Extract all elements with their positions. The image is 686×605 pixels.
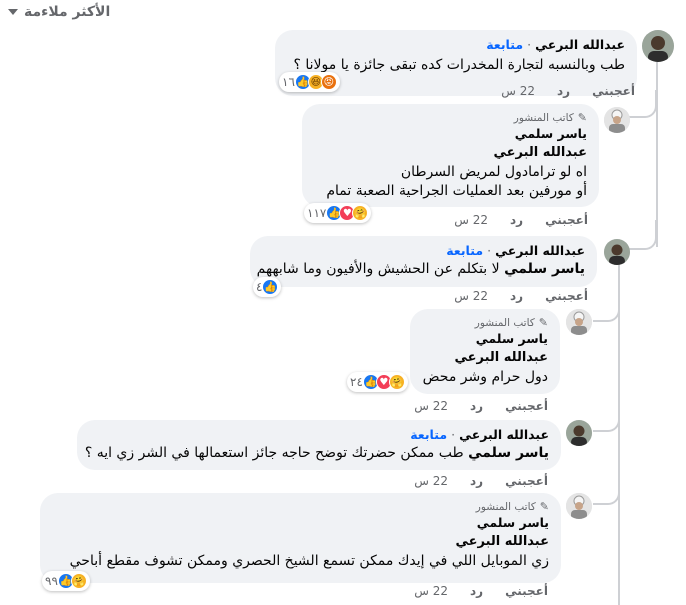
- commenter-name[interactable]: ياسر سلمي: [52, 514, 549, 532]
- commenter-name[interactable]: عبدالله البرعي: [459, 427, 549, 442]
- commenter-name[interactable]: ياسر سلمي: [422, 330, 548, 348]
- comment-text: زي الموبايل اللي في إيدك ممكن تسمع الشيخ…: [69, 553, 549, 569]
- reaction-summary[interactable]: ٤ 👍: [253, 277, 282, 297]
- reaction-summary[interactable]: ٩٩ 👍 🤗: [42, 571, 90, 591]
- comment-bubble: عبدالله البرعي·متابعة ياسر سلمي لا بتكلم…: [250, 236, 597, 287]
- pencil-icon: ✎: [539, 500, 549, 513]
- reaction-count: ٢٤: [350, 375, 363, 389]
- mention-tag[interactable]: ياسر سلمي: [504, 261, 585, 277]
- reaction-summary[interactable]: ١١٧ 👍 ♥ 🤗: [304, 203, 372, 223]
- author-badge: ✎ كاتب المنشور: [513, 111, 587, 124]
- thread-line: [628, 220, 657, 250]
- follow-button[interactable]: متابعة: [410, 427, 447, 442]
- commenter-name[interactable]: ياسر سلمي: [314, 125, 587, 143]
- sort-label: الأكثر ملاءمة: [24, 4, 111, 20]
- care-reaction-icon: 🤗: [352, 205, 369, 221]
- reply-button[interactable]: رد: [470, 584, 483, 598]
- user-photo-icon: [604, 239, 630, 265]
- like-button[interactable]: أعجبني: [505, 584, 548, 598]
- user-photo-icon: [566, 309, 592, 335]
- like-reaction-icon: 👍: [262, 279, 279, 295]
- mention-tag[interactable]: عبدالله البرعي: [314, 143, 587, 163]
- user-photo-icon: [642, 30, 674, 62]
- comment-bubble: عبدالله البرعي·متابعة ياسر سلمي طب ممكن …: [77, 420, 561, 470]
- thread-line: [593, 485, 620, 505]
- timestamp[interactable]: 22 س: [454, 289, 488, 303]
- angry-reaction-icon: 😡: [320, 74, 337, 90]
- care-reaction-icon: 🤗: [388, 374, 405, 390]
- reply-button[interactable]: رد: [470, 399, 483, 413]
- comment-bubble: ✎ كاتب المنشور ياسر سلمي عبدالله البرعي د…: [410, 309, 560, 394]
- commenter-name[interactable]: عبدالله البرعي: [495, 243, 585, 258]
- comment-actions: أعجبني رد 22 س: [454, 213, 588, 227]
- comment-text-line: اه لو ترامادول لمريض السرطان: [400, 164, 587, 180]
- reply-button[interactable]: رد: [470, 474, 483, 488]
- thread-line: [593, 410, 620, 432]
- like-button[interactable]: أعجبني: [505, 474, 548, 488]
- like-button[interactable]: أعجبني: [545, 213, 588, 227]
- chevron-down-icon: [8, 9, 18, 15]
- avatar[interactable]: [604, 239, 630, 265]
- author-badge: ✎ كاتب المنشور: [475, 500, 549, 513]
- comment-actions: أعجبني رد 22 س: [501, 84, 635, 98]
- like-button[interactable]: أعجبني: [592, 84, 635, 98]
- reaction-summary[interactable]: ٢٤ 👍 ♥ 🤗: [347, 372, 408, 392]
- care-reaction-icon: 🤗: [70, 573, 87, 589]
- avatar[interactable]: [566, 309, 592, 335]
- reaction-count: ٩٩: [45, 574, 58, 588]
- timestamp[interactable]: 22 س: [414, 584, 448, 598]
- comment-actions: أعجبني رد 22 س: [414, 474, 548, 488]
- comment-text: لا بتكلم عن الحشيش والأفيون وما شابههم: [256, 261, 500, 277]
- comment-actions: أعجبني رد 22 س: [454, 289, 588, 303]
- pencil-icon: ✎: [538, 316, 548, 329]
- avatar[interactable]: [604, 107, 630, 133]
- reaction-count: ١١٧: [307, 206, 327, 220]
- commenter-name[interactable]: عبدالله البرعي: [535, 37, 625, 52]
- avatar[interactable]: [642, 30, 674, 62]
- comment-text: طب ممكن حضرتك توضح حاجه جائز استعمالها ف…: [84, 445, 464, 461]
- comment-bubble: ✎ كاتب المنشور ياسر سلمي عبدالله البرعي ز…: [40, 493, 561, 583]
- pencil-icon: ✎: [577, 111, 587, 124]
- reaction-summary[interactable]: ١٦ 👍 😆 😡: [279, 72, 340, 92]
- sort-dropdown[interactable]: الأكثر ملاءمة: [8, 4, 110, 20]
- timestamp[interactable]: 22 س: [454, 213, 488, 227]
- follow-button[interactable]: متابعة: [486, 37, 523, 52]
- reply-button[interactable]: رد: [557, 84, 570, 98]
- mention-tag[interactable]: ياسر سلمي: [468, 445, 549, 461]
- author-badge: ✎ كاتب المنشور: [474, 316, 548, 329]
- comment-actions: أعجبني رد 22 س: [414, 399, 548, 413]
- like-button[interactable]: أعجبني: [505, 399, 548, 413]
- user-photo-icon: [566, 493, 592, 519]
- user-photo-icon: [604, 107, 630, 133]
- follow-button[interactable]: متابعة: [446, 243, 483, 258]
- reply-button[interactable]: رد: [510, 213, 523, 227]
- timestamp[interactable]: 22 س: [414, 474, 448, 488]
- comment-actions: أعجبني رد 22 س: [414, 584, 548, 598]
- mention-tag[interactable]: عبدالله البرعي: [422, 348, 548, 368]
- reaction-count: ١٦: [282, 75, 295, 89]
- user-photo-icon: [566, 420, 592, 446]
- reply-button[interactable]: رد: [510, 289, 523, 303]
- comment-bubble: ✎ كاتب المنشور ياسر سلمي عبدالله البرعي ا…: [302, 104, 599, 207]
- timestamp[interactable]: 22 س: [501, 84, 535, 98]
- comment-text: دول حرام وشر محض: [422, 369, 548, 385]
- avatar[interactable]: [566, 493, 592, 519]
- thread-line: [593, 300, 620, 322]
- avatar[interactable]: [566, 420, 592, 446]
- timestamp[interactable]: 22 س: [414, 399, 448, 413]
- mention-tag[interactable]: عبدالله البرعي: [52, 532, 549, 552]
- comment-text: طب وبالنسبه لتجارة المخدرات كده تبقى جائ…: [293, 57, 626, 73]
- comment-text-line: أو مورفين بعد العمليات الجراحية الصعبة ت…: [326, 183, 587, 199]
- like-button[interactable]: أعجبني: [545, 289, 588, 303]
